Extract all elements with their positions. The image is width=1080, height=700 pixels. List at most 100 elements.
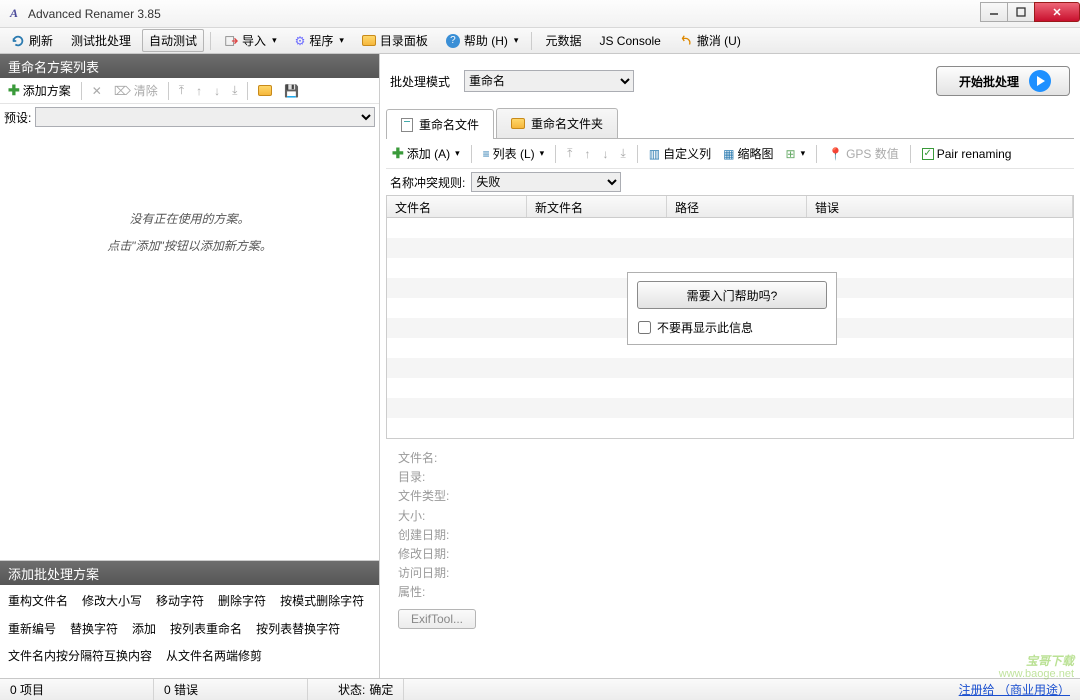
undo-button[interactable]: 撤消 (U)	[672, 29, 748, 52]
move-up-button[interactable]: ↑	[192, 82, 206, 100]
thumbnail-icon: ▦	[723, 147, 734, 161]
col-path[interactable]: 路径	[667, 196, 807, 217]
save-button[interactable]: 💾	[280, 82, 303, 100]
separator	[210, 32, 211, 50]
columns-icon: ▥	[649, 147, 660, 161]
method-renumber[interactable]: 重新编号	[8, 619, 56, 641]
gear-icon: ⚙	[295, 34, 306, 48]
methods-empty-state: 没有正在使用的方案。 点击"添加"按钮以添加新方案。	[0, 130, 379, 560]
window-title: Advanced Renamer 3.85	[28, 7, 981, 21]
import-button[interactable]: 导入▾	[217, 29, 284, 52]
file-icon	[401, 118, 413, 132]
metadata-button[interactable]: 元数据	[538, 29, 588, 52]
options-icon: ⊞	[786, 147, 796, 161]
file-toolbar: ✚添加 (A)▾ ≡列表 (L)▾ ⤒ ↑ ↓ ⤓ ▥自定义列 ▦缩略图 ⊞▾ …	[386, 139, 1074, 169]
plus-icon: ✚	[392, 145, 404, 162]
method-replace[interactable]: 替换字符	[70, 619, 118, 641]
move-bottom-button[interactable]: ⤓	[228, 81, 241, 100]
delete-method-button[interactable]: ✕	[88, 82, 106, 100]
register-link[interactable]: 注册给 （商业用途）	[959, 681, 1070, 698]
chevron-down-icon: ▾	[514, 35, 519, 46]
folder-icon	[511, 118, 525, 129]
method-add[interactable]: 添加	[132, 619, 156, 641]
close-button[interactable]	[1034, 2, 1080, 22]
getting-started-button[interactable]: 需要入门帮助吗?	[637, 281, 827, 309]
add-method-button[interactable]: ✚添加方案	[4, 80, 75, 101]
exiftool-button[interactable]: ExifTool...	[398, 609, 476, 629]
table-body[interactable]: 需要入门帮助吗? 不要再显示此信息	[387, 218, 1073, 438]
status-errors: 0 错误	[154, 679, 308, 700]
x-icon: ✕	[92, 84, 102, 98]
move-top-button[interactable]: ⤒	[175, 81, 188, 100]
minimize-button[interactable]	[980, 2, 1008, 22]
move-up-button[interactable]: ↑	[580, 145, 594, 163]
detail-filetype: 文件类型:	[398, 487, 1062, 506]
tab-rename-files[interactable]: 重命名文件	[386, 109, 494, 139]
gps-button[interactable]: 📍GPS 数值	[824, 143, 903, 164]
table-header: 文件名 新文件名 路径 错误	[387, 196, 1073, 218]
test-batch-button[interactable]: 测试批处理	[64, 29, 138, 52]
open-folder-button[interactable]	[254, 83, 276, 98]
main-toolbar: 刷新 测试批处理 自动测试 导入▾ ⚙ 程序▾ 目录面板 ? 帮助 (H)▾ 元…	[0, 28, 1080, 54]
chevron-down-icon: ▾	[455, 148, 460, 159]
preset-select[interactable]	[35, 107, 375, 127]
save-icon: 💾	[284, 84, 299, 98]
folder-panel-button[interactable]: 目录面板	[355, 29, 435, 52]
status-state: 状态: 确定	[328, 679, 404, 700]
status-bar: 0 项目 0 错误 状态: 确定 注册给 （商业用途）	[0, 678, 1080, 700]
method-list-rename[interactable]: 按列表重命名	[170, 619, 242, 641]
mode-select[interactable]: 重命名	[464, 70, 634, 92]
js-console-button[interactable]: JS Console	[592, 31, 667, 51]
method-list-replace[interactable]: 按列表替换字符	[256, 619, 340, 641]
dont-show-row[interactable]: 不要再显示此信息	[628, 315, 836, 344]
move-down-button[interactable]: ↓	[598, 145, 612, 163]
add-methods-header: 添加批处理方案	[0, 561, 379, 585]
method-case[interactable]: 修改大小写	[82, 591, 142, 613]
method-trim[interactable]: 从文件名两端修剪	[166, 646, 262, 668]
custom-columns-button[interactable]: ▥自定义列	[645, 143, 715, 164]
conflict-row: 名称冲突规则: 失败	[386, 169, 1074, 195]
clear-icon: ⌦	[114, 84, 131, 98]
file-details: 文件名: 目录: 文件类型: 大小: 创建日期: 修改日期: 访问日期: 属性:…	[386, 439, 1074, 639]
dont-show-checkbox[interactable]	[638, 321, 651, 334]
program-button[interactable]: ⚙ 程序▾	[288, 29, 351, 52]
checkbox-checked-icon: ✓	[922, 148, 934, 160]
move-top-button[interactable]: ⤒	[563, 144, 576, 163]
detail-attr: 属性:	[398, 583, 1062, 602]
tab-rename-folders[interactable]: 重命名文件夹	[496, 108, 618, 138]
method-picker: 重构文件名 修改大小写 移动字符 删除字符 按模式删除字符 重新编号 替换字符 …	[0, 585, 379, 678]
method-move[interactable]: 移动字符	[156, 591, 204, 613]
arrow-down-icon: ↓	[214, 84, 220, 98]
getting-started-popup: 需要入门帮助吗? 不要再显示此信息	[627, 272, 837, 345]
maximize-button[interactable]	[1007, 2, 1035, 22]
method-swap[interactable]: 文件名内按分隔符互换内容	[8, 646, 152, 668]
move-down-button[interactable]: ↓	[210, 82, 224, 100]
method-new-name[interactable]: 重构文件名	[8, 591, 68, 613]
play-icon	[1029, 70, 1051, 92]
display-options-button[interactable]: ⊞▾	[782, 145, 810, 163]
chevron-down-icon: ▾	[339, 35, 344, 46]
refresh-icon	[11, 34, 25, 48]
method-remove-pattern[interactable]: 按模式删除字符	[280, 591, 364, 613]
start-batch-button[interactable]: 开始批处理	[936, 66, 1070, 96]
col-newname[interactable]: 新文件名	[527, 196, 667, 217]
conflict-select[interactable]: 失败	[471, 172, 621, 192]
arrow-bottom-icon: ⤓	[232, 83, 237, 98]
list-button[interactable]: ≡列表 (L)▾	[479, 143, 549, 164]
file-tabs: 重命名文件 重命名文件夹	[386, 108, 1074, 139]
help-button[interactable]: ? 帮助 (H)▾	[439, 29, 526, 52]
pair-renaming-toggle[interactable]: ✓Pair renaming	[918, 145, 1016, 163]
method-remove[interactable]: 删除字符	[218, 591, 266, 613]
add-files-button[interactable]: ✚添加 (A)▾	[388, 143, 464, 164]
detail-filename: 文件名:	[398, 449, 1062, 468]
refresh-label: 刷新	[29, 32, 53, 49]
methods-toolbar: ✚添加方案 ✕ ⌦清除 ⤒ ↑ ↓ ⤓ 💾	[0, 78, 379, 104]
col-error[interactable]: 错误	[807, 196, 1073, 217]
move-bottom-button[interactable]: ⤓	[616, 144, 629, 163]
thumbnails-button[interactable]: ▦缩略图	[719, 143, 777, 164]
chevron-down-icon: ▾	[540, 148, 545, 159]
auto-test-toggle[interactable]: 自动测试	[142, 29, 204, 52]
col-filename[interactable]: 文件名	[387, 196, 527, 217]
refresh-button[interactable]: 刷新	[4, 29, 60, 52]
clear-methods-button[interactable]: ⌦清除	[110, 80, 162, 101]
